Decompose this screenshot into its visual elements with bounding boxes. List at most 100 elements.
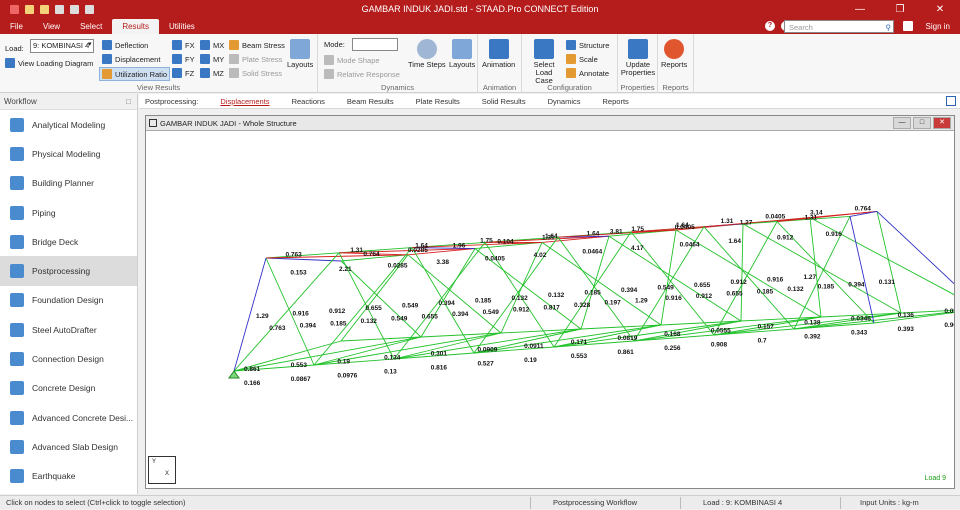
layouts-button[interactable]: Layouts: [287, 39, 313, 69]
menu-select[interactable]: Select: [70, 19, 112, 34]
mode-select[interactable]: [352, 38, 398, 51]
diagonal-label: 0.394: [621, 287, 638, 294]
solid-stress-button[interactable]: Solid Stress: [229, 68, 282, 78]
web-diagonal[interactable]: [876, 211, 902, 314]
utilization-ratio-button[interactable]: Utilization Ratio: [99, 67, 171, 81]
layouts2-button[interactable]: Layouts: [449, 39, 475, 69]
workflow-item-label: Piping: [32, 207, 56, 218]
update-properties-button[interactable]: Update Properties: [620, 39, 656, 77]
view-close-icon[interactable]: ✕: [933, 117, 951, 129]
workflow-item[interactable]: Foundation Design: [0, 286, 137, 315]
annotate-label: Annotate: [579, 68, 610, 78]
solid-stress-icon: [229, 68, 239, 78]
maximize-icon[interactable]: ❐: [880, 0, 920, 19]
workflow-item[interactable]: Connection Design: [0, 344, 137, 373]
view-minimize-icon[interactable]: —: [893, 117, 911, 129]
workflow-item[interactable]: Advanced Slab Design: [0, 432, 137, 461]
workflow-item[interactable]: Steel AutoDrafter: [0, 315, 137, 344]
workflow-item[interactable]: Analytical Modeling: [0, 110, 137, 139]
truss-drawing[interactable]: 0.764 0.0285 1.96 0.104 1.31 1.64 1.75 1.64 1.31…: [146, 131, 960, 488]
menu-results[interactable]: Results: [112, 19, 160, 34]
close-icon[interactable]: ✕: [920, 0, 960, 19]
update-properties-label: Update Properties: [620, 60, 656, 77]
subtab[interactable]: Displacements: [209, 97, 280, 106]
reports-button[interactable]: Reports: [661, 39, 687, 69]
search-icon[interactable]: ⚲: [886, 21, 892, 34]
bottom-label: 0.392: [804, 334, 821, 341]
structure-button[interactable]: Structure: [566, 40, 609, 50]
chevron-down-icon[interactable]: ▾: [88, 40, 92, 48]
subtab[interactable]: Dynamics: [537, 97, 592, 106]
lower-label: 0.394: [452, 311, 469, 318]
beam-stress-button[interactable]: Beam Stress: [229, 40, 285, 50]
workflow-item[interactable]: Earthquake: [0, 462, 137, 491]
subtab[interactable]: Reports: [592, 97, 640, 106]
relative-response-button[interactable]: Relative Response: [324, 69, 400, 79]
annotate-button[interactable]: Annotate: [566, 68, 609, 78]
workflow-item[interactable]: Bridge Deck: [0, 227, 137, 256]
search-input[interactable]: Search ⚲: [784, 20, 894, 33]
workflow-item-label: Bridge Deck: [32, 236, 79, 247]
undo-icon[interactable]: [70, 5, 79, 14]
workflow-item-label: Advanced Slab Design: [32, 441, 119, 452]
subtab[interactable]: Solid Results: [471, 97, 537, 106]
sign-in-link[interactable]: Sign in: [926, 20, 950, 33]
time-steps-button[interactable]: Time Steps: [408, 39, 446, 69]
select-load-case-button[interactable]: Select Load Case: [526, 39, 562, 85]
save-icon[interactable]: [55, 5, 64, 14]
mode-shape-button[interactable]: Mode Shape: [324, 55, 380, 65]
fx-button[interactable]: FX: [172, 40, 195, 50]
panel-toggle-icon[interactable]: [946, 96, 956, 106]
fz-button[interactable]: FZ: [172, 68, 194, 78]
subtab[interactable]: Reactions: [281, 97, 336, 106]
lower-label: 0.394: [300, 323, 317, 330]
end-post[interactable]: [849, 216, 875, 324]
minimize-icon[interactable]: —: [840, 0, 880, 19]
group-properties: Update Properties Properties: [618, 34, 658, 93]
mz-button[interactable]: MZ: [200, 68, 224, 78]
deflection-button[interactable]: Deflection: [102, 40, 148, 50]
animation-button[interactable]: Animation: [482, 39, 515, 69]
structure-canvas[interactable]: 0.764 0.0285 1.96 0.104 1.31 1.64 1.75 1.64 1.31…: [146, 131, 960, 488]
help-icon[interactable]: ?: [765, 21, 775, 31]
folder-icon[interactable]: [40, 5, 49, 14]
pin-icon[interactable]: □: [126, 94, 131, 110]
app-icon[interactable]: [10, 5, 19, 14]
postprocessing-tabs: Postprocessing: Displacements Reactions Be…: [139, 94, 960, 109]
subtab[interactable]: Plate Results: [405, 97, 471, 106]
workflow-item[interactable]: Building Planner: [0, 169, 137, 198]
structure-label: Structure: [579, 40, 610, 50]
web-diagonal[interactable]: [740, 223, 744, 322]
menu-file[interactable]: File: [0, 19, 33, 34]
beam-stress-label: Beam Stress: [242, 40, 285, 50]
displacement-button[interactable]: Displacement: [102, 54, 160, 64]
redo-icon[interactable]: [85, 5, 94, 14]
workflow-item[interactable]: Concrete Design: [0, 374, 137, 403]
user-icon[interactable]: [903, 21, 913, 31]
support-icon[interactable]: [228, 370, 240, 379]
mx-button[interactable]: MX: [200, 40, 224, 50]
plate-stress-button[interactable]: Plate Stress: [229, 54, 282, 64]
subtab[interactable]: Beam Results: [336, 97, 405, 106]
structure-view-window[interactable]: GAMBAR INDUK JADI - Whole Structure — □ …: [145, 115, 960, 489]
workflow-item-label: Building Planner: [32, 178, 94, 189]
top-diagonal[interactable]: [776, 210, 878, 223]
workflow-item[interactable]: Piping: [0, 198, 137, 227]
menu-utilities[interactable]: Utilities: [159, 19, 205, 34]
fy-button[interactable]: FY: [172, 54, 195, 64]
workflow-item[interactable]: Postprocessing: [0, 256, 137, 286]
open-icon[interactable]: [25, 5, 34, 14]
top-chord-label: 0.104: [497, 239, 514, 246]
web-diagonal[interactable]: [407, 254, 502, 334]
my-button[interactable]: MY: [200, 54, 224, 64]
menu-view[interactable]: View: [33, 19, 70, 34]
workflow-item[interactable]: Advanced Concrete Desi...: [0, 403, 137, 432]
load-select[interactable]: 9: KOMBINASI 4: [30, 39, 94, 53]
view-loading-diagram-button[interactable]: View Loading Diagram: [5, 58, 93, 68]
web-diagonal[interactable]: [608, 235, 742, 322]
view-maximize-icon[interactable]: □: [913, 117, 931, 129]
scale-button[interactable]: Scale: [566, 54, 598, 64]
bottom-label: 0.0909: [477, 347, 497, 354]
workflow-item[interactable]: Physical Modeling: [0, 139, 137, 168]
top-cross-tie[interactable]: [265, 257, 342, 262]
